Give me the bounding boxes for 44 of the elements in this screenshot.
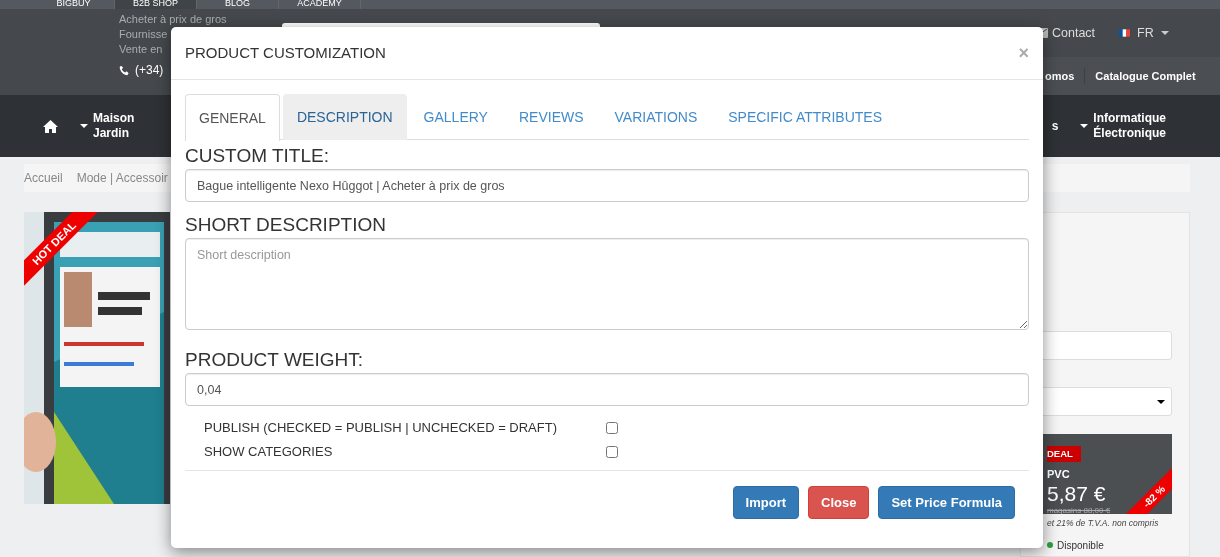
tab[interactable]: GALLERY [409, 94, 502, 140]
phone-icon [119, 64, 130, 76]
input-field[interactable]: Bague intelligente Nexo Hûggot | Acheter à prix de gros [185, 169, 1029, 202]
modal-button[interactable]: Set Price Formula [878, 486, 1015, 519]
tax-note: et 21% de T.V.A. non compris [1046, 517, 1159, 530]
tab[interactable]: DESCRIPTION [282, 94, 407, 140]
input-field[interactable]: 0,04 [185, 373, 1029, 406]
field-label: CUSTOM TITLE: [185, 144, 330, 168]
caret-icon [1080, 124, 1089, 128]
checkbox-label: SHOW CATEGORIES [204, 443, 334, 462]
tab[interactable]: GENERAL [185, 94, 280, 141]
tagline-text: Vente en [119, 42, 163, 57]
deal-badge: DEAL [1047, 446, 1081, 463]
stock-dot [1047, 542, 1053, 549]
modal-title: PRODUCT CUSTOMIZATION [185, 42, 386, 63]
tab[interactable]: SPECIFIC ATTRIBUTES [714, 94, 896, 140]
price-label: PVC [1047, 467, 1070, 482]
modal-button[interactable]: Close [808, 486, 870, 519]
tagline-text: Acheter à prix de gros [119, 12, 227, 27]
field-label: PRODUCT WEIGHT: [185, 348, 365, 372]
flag-icon [1119, 29, 1131, 37]
checkbox[interactable] [606, 446, 618, 458]
nav-menu-item[interactable]: Informatique Électronique [1080, 111, 1166, 141]
nav-menu-item[interactable]: Maison Jardin [80, 111, 135, 141]
field-label: SHORT DESCRIPTION [185, 213, 387, 237]
tab[interactable]: REVIEWS [504, 94, 598, 140]
breadcrumb-link[interactable]: Mode | Accessoir [76, 169, 168, 187]
tab[interactable]: VARIATIONS [600, 94, 712, 140]
language-dropdown[interactable]: FR [1119, 23, 1169, 43]
breadcrumb-link[interactable]: Accueil [24, 169, 63, 187]
old-price: magasins 88,00 € [1047, 504, 1111, 514]
phone-number: (+34) [135, 62, 164, 79]
checkbox-label: PUBLISH (CHECKED = PUBLISH | UNCHECKED = DRAFT) [204, 419, 558, 438]
nav-menu-item[interactable]: s [1051, 118, 1059, 134]
stock-status: Disponible [1057, 538, 1104, 553]
home-icon[interactable] [43, 118, 58, 134]
checkbox[interactable] [606, 422, 618, 434]
header-menu-link[interactable]: Catalogue Complet [1084, 67, 1206, 85]
text-area[interactable]: Short description [185, 238, 1029, 330]
caret-icon [80, 124, 88, 128]
modal-button[interactable]: Import [732, 486, 800, 519]
price-text: 5,87 € [1047, 482, 1106, 505]
tagline-text: Fournisse [119, 27, 168, 42]
caret-icon [1160, 31, 1169, 35]
